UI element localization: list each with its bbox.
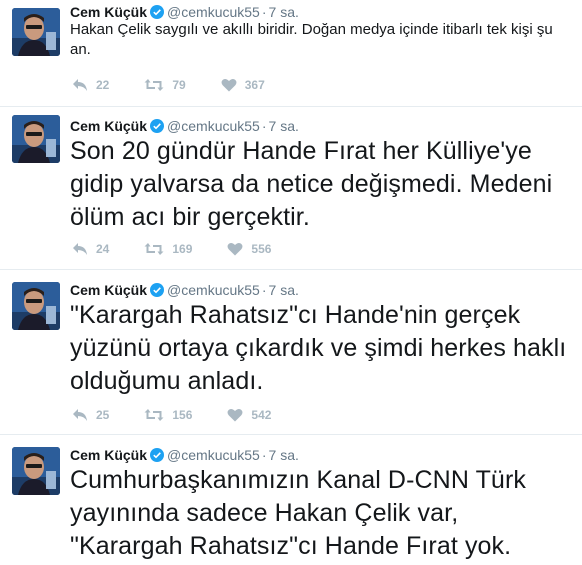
reply-button[interactable]: 24	[72, 242, 109, 256]
author-name[interactable]: Cem Küçük	[70, 4, 147, 20]
avatar[interactable]	[12, 447, 60, 495]
reply-icon	[72, 242, 96, 256]
tweet-header: Cem Küçük @cemkucuk55 · 7 sa.	[70, 446, 299, 466]
timestamp[interactable]: 7 sa.	[269, 282, 299, 298]
tweet[interactable]: Cem Küçük @cemkucuk55 · 7 sa. Cumhurbaşkanı…	[0, 435, 582, 565]
timestamp[interactable]: 7 sa.	[269, 447, 299, 463]
tweet-header: Cem Küçük @cemkucuk55 · 7 sa.	[70, 117, 299, 137]
reply-button[interactable]: 22	[72, 78, 109, 92]
tweet-header: Cem Küçük @cemkucuk55 · 7 sa.	[70, 281, 299, 301]
reply-icon	[72, 408, 96, 422]
avatar[interactable]	[12, 282, 60, 330]
reply-icon	[72, 78, 96, 92]
timestamp[interactable]: 7 sa.	[269, 118, 299, 134]
retweet-count: 79	[172, 78, 186, 92]
like-count: 367	[244, 78, 265, 92]
retweet-count: 169	[172, 242, 193, 256]
like-button[interactable]: 542	[227, 408, 271, 422]
tweet[interactable]: Cem Küçük @cemkucuk55 · 7 sa. "Karargah Rah…	[0, 270, 582, 435]
author-handle[interactable]: @cemkucuk55	[167, 447, 260, 463]
like-button[interactable]: 367	[221, 78, 265, 92]
heart-icon	[227, 242, 251, 256]
tweet-actions: 25 156 542	[72, 408, 306, 422]
author-handle[interactable]: @cemkucuk55	[167, 282, 260, 298]
tweet[interactable]: Cem Küçük @cemkucuk55 · 7 sa. Hakan Çelik s…	[0, 0, 582, 107]
separator: ·	[261, 4, 267, 20]
tweet-text: Cumhurbaşkanımızın Kanal D-CNN Türk yayı…	[70, 466, 534, 560]
tweet-text: Son 20 gündür Hande Fırat her Külliye'ye…	[70, 137, 560, 231]
reply-count: 24	[96, 242, 110, 256]
tweet-actions: 22 79 367	[72, 78, 300, 92]
reply-count: 22	[96, 78, 110, 92]
like-count: 556	[251, 242, 272, 256]
author-name[interactable]: Cem Küçük	[70, 447, 147, 463]
separator: ·	[261, 447, 267, 463]
retweet-icon	[144, 242, 172, 256]
author-name[interactable]: Cem Küçük	[70, 118, 147, 134]
retweet-icon	[144, 408, 172, 422]
tweet[interactable]: Cem Küçük @cemkucuk55 · 7 sa. Son 20 gündür…	[0, 107, 582, 270]
tweet-text: "Karargah Rahatsız"cı Hande'nin gerçek y…	[70, 301, 574, 395]
tweet-actions: 24 169 556	[72, 242, 306, 256]
like-button[interactable]: 556	[227, 242, 271, 256]
reply-button[interactable]: 25	[72, 408, 109, 422]
avatar[interactable]	[12, 115, 60, 163]
separator: ·	[261, 118, 267, 134]
retweet-icon	[144, 78, 172, 92]
retweet-button[interactable]: 156	[144, 408, 192, 422]
avatar[interactable]	[12, 8, 60, 56]
tweet-text: Hakan Çelik saygılı ve akıllı biridir. D…	[70, 21, 557, 58]
retweet-button[interactable]: 79	[144, 78, 186, 92]
reply-count: 25	[96, 408, 110, 422]
retweet-count: 156	[172, 408, 193, 422]
timestamp[interactable]: 7 sa.	[269, 4, 299, 20]
separator: ·	[261, 282, 267, 298]
heart-icon	[227, 408, 251, 422]
author-handle[interactable]: @cemkucuk55	[167, 4, 260, 20]
heart-icon	[221, 78, 245, 92]
author-name[interactable]: Cem Küçük	[70, 282, 147, 298]
retweet-button[interactable]: 169	[144, 242, 192, 256]
author-handle[interactable]: @cemkucuk55	[167, 118, 260, 134]
like-count: 542	[251, 408, 272, 422]
